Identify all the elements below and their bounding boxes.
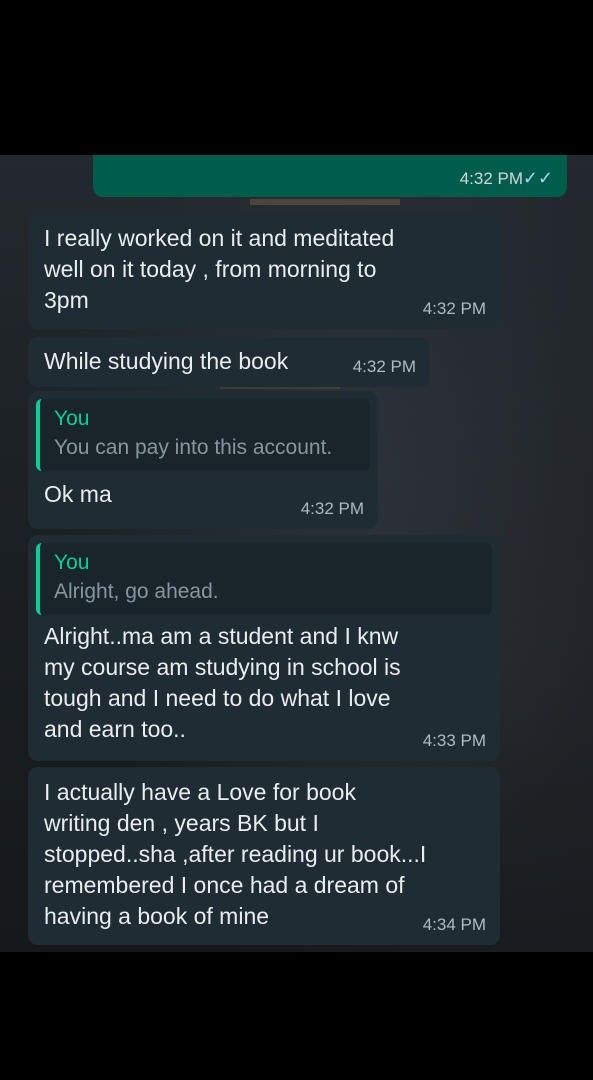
message-time: 4:33 PM xyxy=(422,731,486,750)
message-text: I actually have a Love for book writing … xyxy=(44,779,427,929)
quote-text: You can pay into this account. xyxy=(54,436,333,459)
bottom-black-area xyxy=(0,952,593,1080)
chat-area[interactable]: 4:32 PM ✓✓ I really worked on it and med… xyxy=(0,155,593,952)
incoming-message[interactable]: While studying the book 4:32 PM xyxy=(28,337,430,387)
quoted-message[interactable]: You You can pay into this account. xyxy=(36,399,370,471)
message-time: 4:32 PM xyxy=(422,299,486,318)
message-time: 4:32 PM xyxy=(300,499,364,518)
message-time: 4:34 PM xyxy=(422,915,486,934)
incoming-message[interactable]: You You can pay into this account. Ok ma… xyxy=(28,391,378,529)
message-time: 4:32 PM xyxy=(459,169,523,188)
incoming-message[interactable]: I actually have a Love for book writing … xyxy=(28,767,500,945)
double-check-icon: ✓✓ xyxy=(522,168,553,188)
quote-text: Alright, go ahead. xyxy=(54,580,219,603)
wallpaper-detail xyxy=(250,199,400,205)
outgoing-message[interactable]: 4:32 PM ✓✓ xyxy=(93,155,567,197)
quote-author: You xyxy=(54,407,90,430)
message-time: 4:32 PM xyxy=(352,357,416,376)
incoming-message[interactable]: I really worked on it and meditated well… xyxy=(28,213,500,329)
message-text: Alright..ma am a student and I knw my co… xyxy=(44,623,401,742)
quoted-message[interactable]: You Alright, go ahead. xyxy=(36,543,492,615)
quote-author: You xyxy=(54,551,90,574)
incoming-message[interactable]: You Alright, go ahead. Alright..ma am a … xyxy=(28,535,500,761)
